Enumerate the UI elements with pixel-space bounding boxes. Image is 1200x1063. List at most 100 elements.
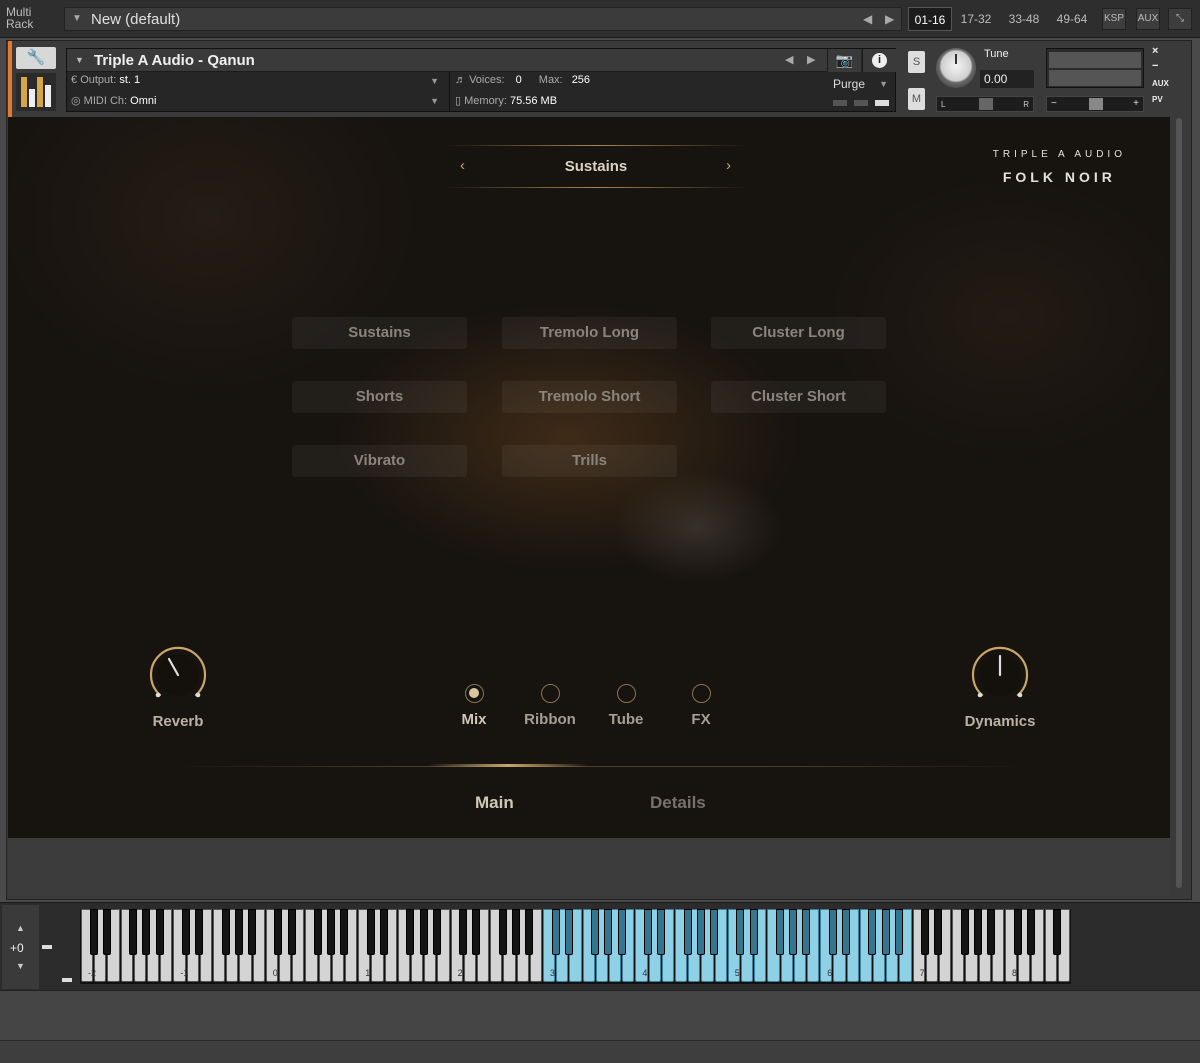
articulation-button-tremolo-long[interactable]: Tremolo Long (502, 317, 677, 349)
black-key[interactable] (776, 909, 784, 955)
tab-details[interactable]: Details (650, 793, 706, 813)
minimize-icon[interactable]: − (1152, 60, 1158, 72)
mute-button[interactable]: M (908, 88, 925, 110)
output-selector[interactable]: € Output: st. 1 ▼ (71, 74, 447, 93)
black-key[interactable] (472, 909, 481, 955)
black-key[interactable] (1026, 909, 1035, 955)
ksp-button[interactable]: KSP (1102, 8, 1126, 30)
aux-toggle[interactable]: AUX (1152, 79, 1169, 88)
transpose-up-icon[interactable]: ▲ (16, 923, 25, 933)
rack-preset-selector[interactable]: ▼ New (default) ◀ ▶ (64, 7, 902, 31)
prev-arrow-icon[interactable]: ◀ (863, 12, 872, 26)
black-key[interactable] (617, 909, 626, 955)
black-key[interactable] (89, 909, 98, 955)
black-key[interactable] (749, 909, 758, 955)
articulation-button-sustains[interactable]: Sustains (292, 317, 467, 349)
black-key[interactable] (287, 909, 296, 955)
tab-main[interactable]: Main (475, 793, 514, 813)
black-key[interactable] (327, 909, 336, 955)
info-button[interactable]: i (862, 49, 896, 72)
purge-dropdown[interactable]: Purge ▼ (827, 73, 896, 95)
black-key[interactable] (221, 909, 230, 955)
close-icon[interactable]: × (1152, 45, 1158, 57)
mic-option-ribbon[interactable]: Ribbon (515, 684, 585, 728)
black-key[interactable] (696, 909, 705, 955)
prev-instrument-icon[interactable]: ◀ (785, 53, 793, 66)
radio-icon[interactable] (540, 684, 560, 703)
rack-scrollbar[interactable] (1176, 118, 1182, 888)
black-key[interactable] (525, 909, 534, 955)
mod-wheel-icon[interactable] (62, 978, 72, 982)
collapse-icon[interactable]: ⤡ (1168, 8, 1192, 30)
solo-button[interactable]: S (908, 51, 925, 73)
black-key[interactable] (274, 909, 283, 955)
radio-icon[interactable] (616, 684, 636, 703)
black-key[interactable] (314, 909, 322, 955)
black-key[interactable] (591, 909, 600, 955)
black-key[interactable] (102, 909, 111, 955)
black-key[interactable] (683, 909, 692, 955)
radio-selected-icon[interactable] (464, 684, 484, 703)
black-key[interactable] (234, 909, 243, 955)
tune-value[interactable]: 0.00 (980, 70, 1034, 88)
radio-icon[interactable] (691, 684, 711, 703)
black-key[interactable] (987, 909, 996, 955)
bank-tab-01-16[interactable]: 01-16 (908, 7, 952, 31)
pan-handle[interactable] (979, 98, 993, 110)
octave-transpose-control[interactable]: ▲ +0 ▼ (2, 905, 39, 989)
black-key[interactable] (551, 909, 560, 955)
black-key[interactable] (406, 909, 415, 955)
collapse-triangle-icon[interactable]: ▼ (75, 55, 84, 65)
black-key[interactable] (868, 909, 877, 955)
volume-slider[interactable]: − + (1046, 96, 1144, 112)
black-key[interactable] (380, 909, 388, 955)
articulation-button-vibrato[interactable]: Vibrato (292, 445, 467, 477)
black-key[interactable] (960, 909, 969, 955)
black-key[interactable] (195, 909, 204, 955)
mic-option-fx[interactable]: FX (666, 684, 736, 728)
black-key[interactable] (366, 909, 375, 955)
black-key[interactable] (828, 909, 837, 955)
articulation-button-shorts[interactable]: Shorts (292, 381, 467, 413)
black-key[interactable] (182, 909, 190, 955)
reverb-knob[interactable] (146, 643, 210, 707)
transpose-down-icon[interactable]: ▼ (16, 961, 25, 971)
articulation-button-cluster-short[interactable]: Cluster Short (711, 381, 886, 413)
piano-keyboard[interactable]: -2 -1 0 1 2 3 4 5 6 7 8 (80, 909, 1071, 984)
black-key[interactable] (129, 909, 138, 955)
dynamics-knob[interactable] (968, 643, 1032, 707)
tune-knob[interactable] (936, 48, 976, 88)
black-key[interactable] (564, 909, 573, 955)
black-key[interactable] (604, 909, 613, 955)
black-key[interactable] (657, 909, 666, 955)
wrench-icon[interactable]: 🔧 (16, 47, 56, 69)
black-key[interactable] (142, 909, 151, 955)
black-key[interactable] (934, 909, 943, 955)
black-key[interactable] (894, 909, 903, 955)
articulation-button-cluster-long[interactable]: Cluster Long (711, 317, 886, 349)
mic-option-mix[interactable]: Mix (439, 684, 509, 728)
black-key[interactable] (802, 909, 811, 955)
black-key[interactable] (736, 909, 745, 955)
volume-handle[interactable] (1089, 98, 1103, 110)
max-voices-value[interactable]: 256 (572, 74, 590, 86)
midi-channel-selector[interactable]: ◎ MIDI Ch: Omni ▼ (71, 94, 447, 113)
black-key[interactable] (419, 909, 428, 955)
black-key[interactable] (340, 909, 349, 955)
next-instrument-icon[interactable]: ▶ (807, 53, 815, 66)
black-key[interactable] (842, 909, 850, 955)
black-key[interactable] (498, 909, 507, 955)
black-key[interactable] (1053, 909, 1062, 955)
mic-option-tube[interactable]: Tube (591, 684, 661, 728)
black-key[interactable] (921, 909, 930, 955)
bank-tab-33-48[interactable]: 33-48 (1002, 7, 1046, 31)
black-key[interactable] (644, 909, 652, 955)
next-articulation-icon[interactable]: › (726, 157, 731, 174)
black-key[interactable] (710, 909, 718, 955)
black-key[interactable] (512, 909, 520, 955)
next-arrow-icon[interactable]: ▶ (885, 12, 894, 26)
articulation-button-trills[interactable]: Trills (502, 445, 677, 477)
camera-icon[interactable]: 📷 (827, 49, 861, 72)
pan-slider[interactable]: L R (936, 96, 1034, 112)
black-key[interactable] (881, 909, 890, 955)
